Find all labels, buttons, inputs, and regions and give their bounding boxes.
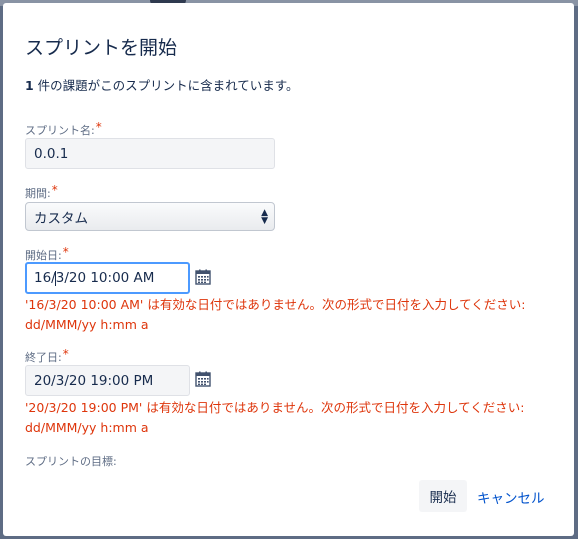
duration-label: 期間:* — [25, 183, 58, 200]
calendar-icon[interactable] — [195, 269, 211, 285]
required-marker: * — [95, 120, 102, 134]
cancel-button[interactable]: キャンセル — [477, 487, 545, 507]
required-marker: * — [62, 245, 69, 259]
sprint-name-input[interactable]: 0.0.1 — [25, 138, 275, 169]
issue-count-text: 1 件の課題がこのスプリントに含まれています。 — [25, 75, 299, 94]
end-date-input[interactable]: 20/3/20 19:00 PM — [25, 365, 190, 396]
dialog-title: スプリントを開始 — [25, 37, 178, 59]
duration-select-value: カスタム — [34, 210, 88, 227]
calendar-icon[interactable] — [195, 371, 211, 387]
start-date-input[interactable]: 16/3/20 10:00 AM — [25, 262, 190, 294]
updown-arrow-icon: ▲ ▼ — [261, 208, 268, 226]
end-date-error: '20/3/20 19:00 PM' は有効な日付ではありません。次の形式で日付… — [25, 400, 525, 435]
sprint-name-label: スプリント名:* — [25, 120, 102, 137]
duration-select[interactable]: カスタム ▲ ▼ — [25, 202, 275, 231]
start-date-error: '16/3/20 10:00 AM' は有効な日付ではありません。次の形式で日付… — [25, 297, 526, 332]
issue-count-number: 1 — [25, 78, 34, 93]
end-date-label: 終了日:* — [25, 347, 69, 364]
required-marker: * — [62, 347, 69, 361]
issue-count-suffix: 件の課題がこのスプリントに含まれています。 — [33, 78, 299, 93]
start-sprint-dialog: スプリントを開始 1 件の課題がこのスプリントに含まれています。 スプリント名:… — [3, 3, 574, 536]
start-date-label: 開始日:* — [25, 245, 69, 262]
required-marker: * — [51, 183, 58, 197]
start-button[interactable]: 開始 — [419, 480, 467, 512]
sprint-goal-label: スプリントの目標: — [25, 455, 117, 468]
